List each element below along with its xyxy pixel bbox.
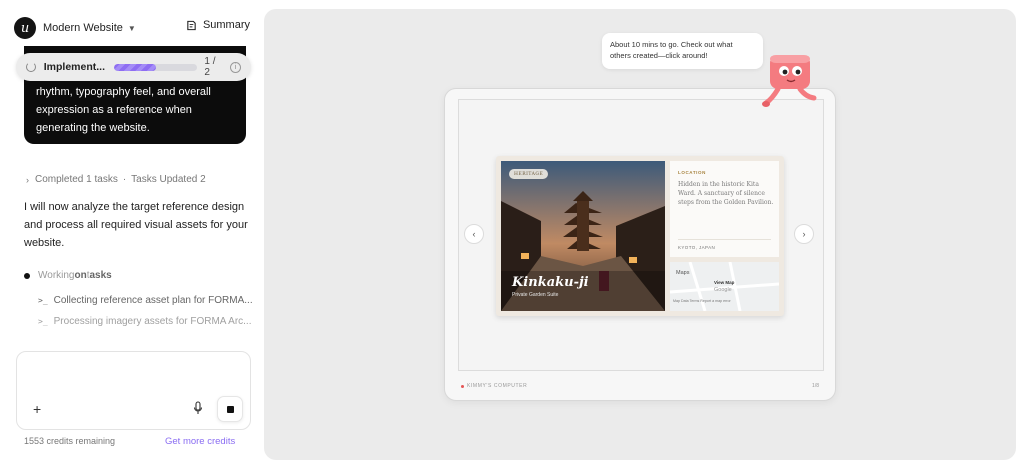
app-root: u Modern Website ▼ Summary rhythm, typog… [0, 0, 1024, 468]
chat-panel: u Modern Website ▼ Summary rhythm, typog… [0, 0, 264, 468]
progress-bar [114, 63, 198, 71]
completed-tasks-text: Completed 1 tasks [35, 174, 118, 185]
progress-bar-fill [114, 63, 156, 71]
working-status: Working on t asks [24, 270, 112, 281]
maps-link[interactable]: Maps [676, 270, 689, 276]
location-description: Hidden in the historic Kita Ward. A sanc… [678, 181, 774, 206]
view-map-link[interactable]: View Map [714, 280, 734, 285]
badge-text: HERITAGE [514, 171, 544, 177]
map-footer: Map Data Terms Report a map error [673, 299, 731, 303]
stop-button[interactable] [217, 396, 243, 422]
location-card: LOCATION Hidden in the historic Kita War… [670, 161, 779, 257]
terminal-prompt-icon: >_ [38, 317, 48, 326]
task-status-row[interactable]: › Completed 1 tasks · Tasks Updated 2 [26, 174, 206, 185]
map-embed[interactable]: Maps View Map Google Map Data Terms Repo… [670, 262, 779, 311]
carousel-next-button[interactable]: › [794, 224, 814, 244]
device-page-number: 1/8 [812, 383, 819, 389]
divider [678, 239, 771, 240]
task-text: Processing imagery assets for FORMA Arc.… [53, 316, 252, 327]
status-separator: · [122, 174, 127, 185]
google-logo: Google [714, 287, 732, 293]
status-dot-icon [24, 272, 30, 279]
summary-label: Summary [202, 19, 250, 31]
task-item: >_ Processing imagery assets for FORMA A… [38, 316, 251, 327]
chevron-right-icon: › [26, 174, 29, 185]
working-prefix: Working [38, 270, 75, 281]
stop-icon [226, 405, 234, 413]
project-title[interactable]: Modern Website [43, 22, 123, 34]
chat-header: u Modern Website ▼ Summary [14, 16, 250, 40]
document-icon [187, 20, 196, 30]
speech-bubble: About 10 mins to go. Check out what othe… [602, 33, 763, 69]
location-label: LOCATION [678, 170, 706, 175]
location-place: KYOTO, JAPAN [678, 245, 716, 250]
progress-count: 1 / 2 [204, 56, 216, 78]
device-label: KIMMY'S COMPUTER [461, 383, 527, 389]
message-composer[interactable]: + [16, 351, 251, 430]
microphone-icon[interactable] [193, 401, 203, 415]
chevron-down-icon[interactable]: ▼ [128, 24, 136, 33]
progress-label: Implement... [43, 61, 106, 73]
add-attachment-button[interactable]: + [33, 401, 41, 417]
hero-photo: HERITAGE Kinkaku-ji Private Garden Suite [501, 161, 665, 311]
device-label-text: KIMMY'S COMPUTER [467, 383, 528, 389]
website-preview-card[interactable]: HERITAGE Kinkaku-ji Private Garden Suite… [496, 156, 784, 316]
working-on: on [74, 270, 87, 281]
heritage-badge: HERITAGE [509, 169, 549, 179]
preview-area: About 10 mins to go. Check out what othe… [264, 9, 1016, 460]
credits-remaining: 1553 credits remaining [24, 436, 116, 446]
summary-button[interactable]: Summary [186, 19, 250, 31]
task-text: Collecting reference asset plan for FORM… [53, 295, 253, 306]
task-item: >_ Collecting reference asset plan for F… [38, 295, 253, 306]
tasks-updated-text: Tasks Updated 2 [131, 174, 206, 185]
task-progress-pill[interactable]: Implement... 1 / 2 i [16, 53, 251, 81]
assistant-message: I will now analyze the target reference … [24, 201, 248, 249]
get-more-credits-link[interactable]: Get more credits [165, 436, 235, 447]
terminal-prompt-icon: >_ [38, 296, 48, 305]
instruction-text: rhythm, typography feel, and overall exp… [36, 86, 211, 134]
carousel-prev-button[interactable]: ‹ [464, 224, 484, 244]
info-icon[interactable]: i [230, 61, 241, 73]
status-led-icon [461, 384, 464, 388]
working-asks: asks [89, 270, 112, 281]
hero-subtitle: Private Garden Suite [512, 292, 559, 298]
loading-spinner-icon [26, 62, 36, 72]
app-logo[interactable]: u [14, 17, 36, 39]
hero-title: Kinkaku-ji [512, 275, 589, 290]
mascot-icon[interactable] [760, 49, 820, 113]
